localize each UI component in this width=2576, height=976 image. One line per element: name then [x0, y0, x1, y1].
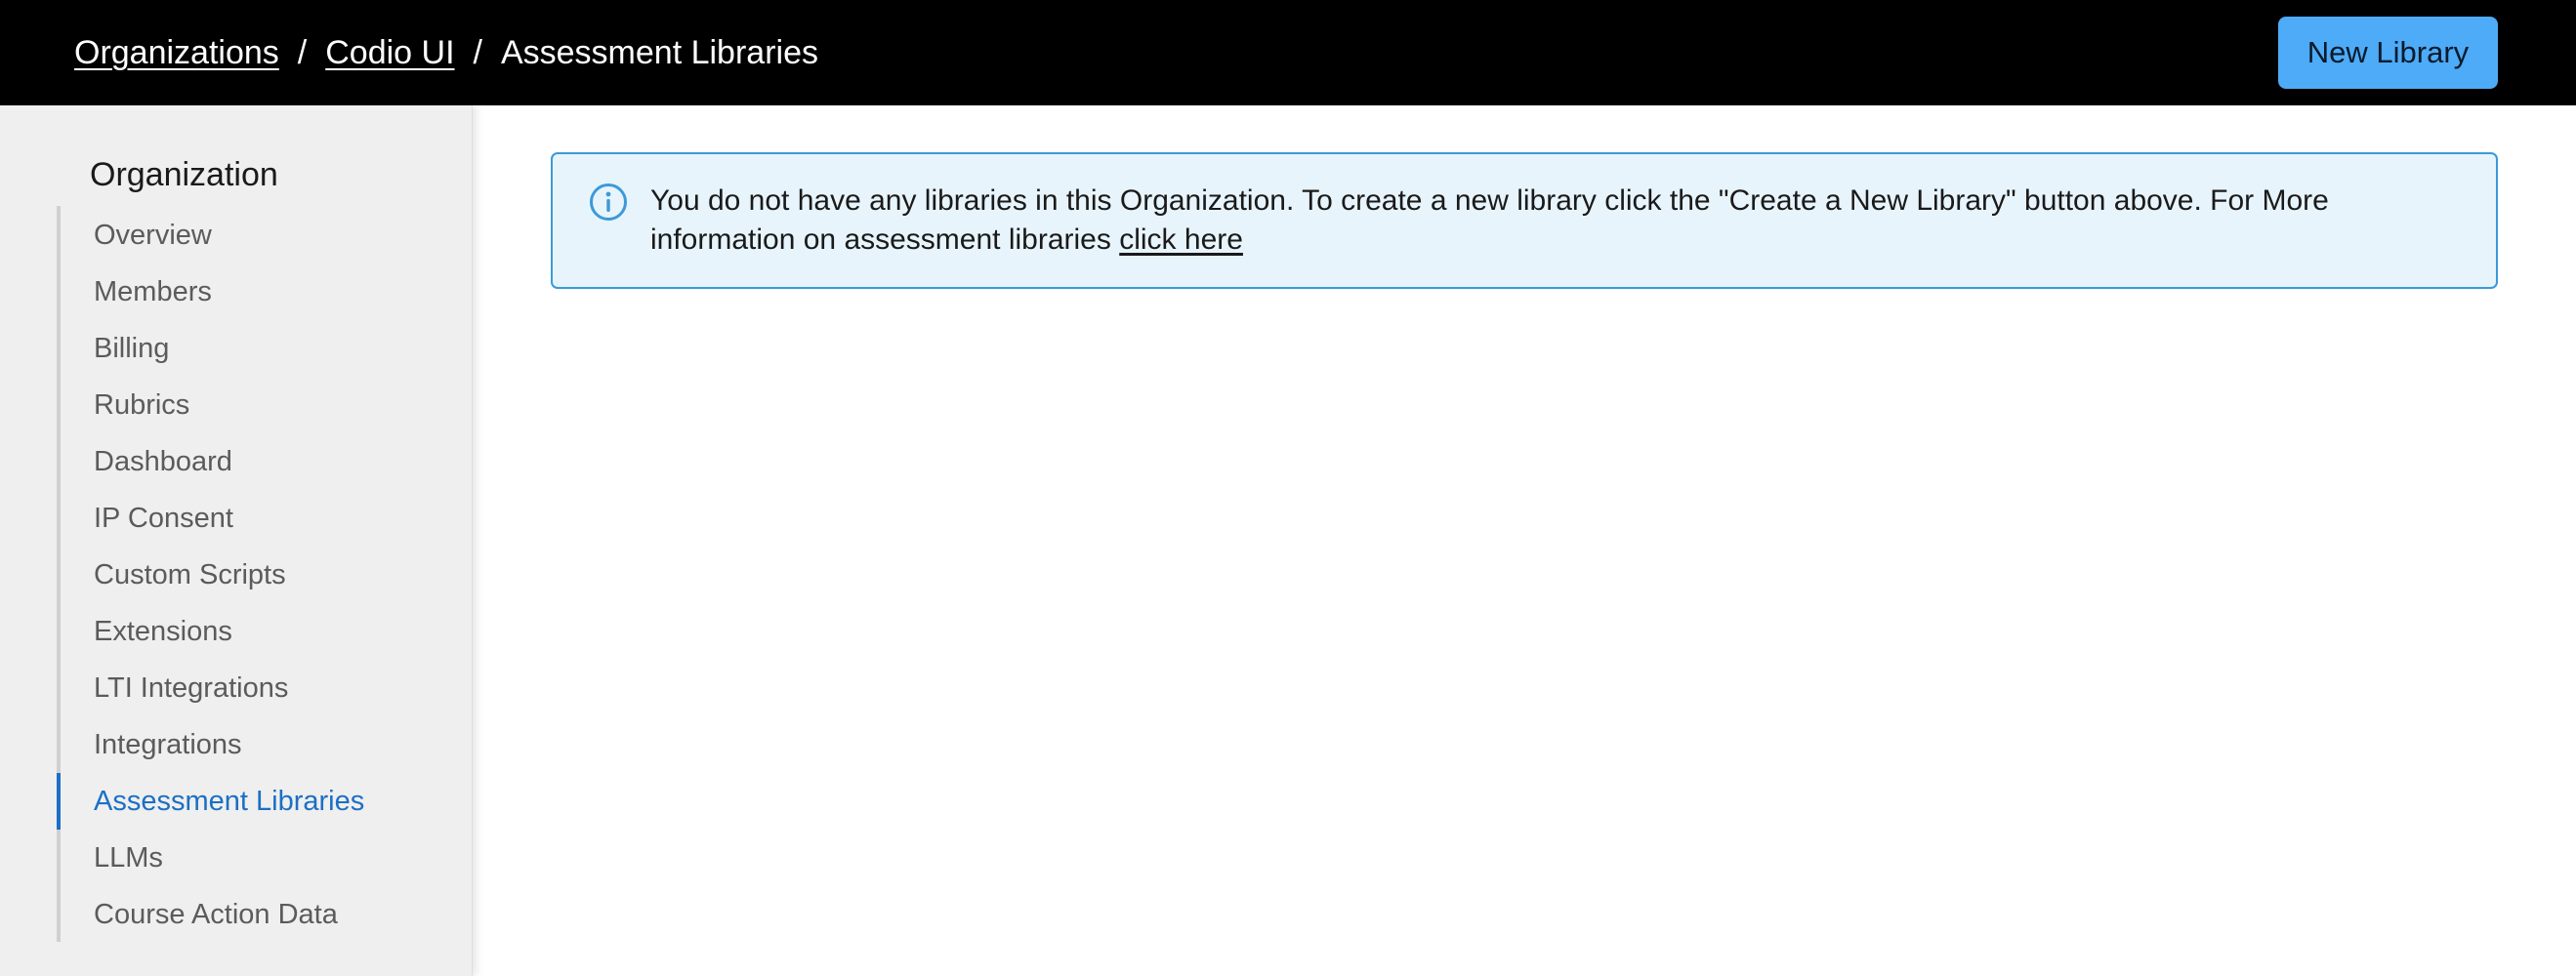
sidebar-item-overview[interactable]: Overview — [57, 207, 467, 264]
breadcrumb-current-page: Assessment Libraries — [500, 33, 818, 71]
sidebar-item-llms[interactable]: LLMs — [57, 830, 467, 886]
sidebar-item-lti-integrations[interactable]: LTI Integrations — [57, 660, 467, 716]
breadcrumb-organizations-link[interactable]: Organizations — [74, 34, 279, 72]
alert-click-here-link[interactable]: click here — [1119, 224, 1243, 256]
sidebar: Organization Overview Members Billing Rubri… — [0, 105, 473, 976]
breadcrumb-separator: / — [473, 33, 482, 71]
breadcrumb: Organizations / Codio UI / Assessment Li… — [74, 34, 818, 72]
info-icon — [590, 183, 627, 221]
sidebar-item-billing[interactable]: Billing — [57, 320, 467, 377]
sidebar-item-ip-consent[interactable]: IP Consent — [57, 490, 467, 547]
sidebar-item-rubrics[interactable]: Rubrics — [57, 377, 467, 433]
new-library-button[interactable]: New Library — [2278, 17, 2498, 89]
sidebar-item-integrations[interactable]: Integrations — [57, 716, 467, 773]
alert-message: You do not have any libraries in this Or… — [650, 182, 2467, 260]
breadcrumb-separator: / — [297, 33, 308, 71]
sidebar-item-dashboard[interactable]: Dashboard — [57, 433, 467, 490]
sidebar-item-members[interactable]: Members — [57, 264, 467, 320]
sidebar-heading: Organization — [90, 156, 278, 193]
sidebar-nav: Overview Members Billing Rubrics Dashboard IP… — [57, 207, 467, 943]
info-alert: You do not have any libraries in this Or… — [551, 152, 2498, 289]
sidebar-item-course-action-data[interactable]: Course Action Data — [57, 886, 467, 943]
alert-message-text: You do not have any libraries in this Or… — [650, 184, 2329, 256]
top-bar: Organizations / Codio UI / Assessment Li… — [0, 0, 2576, 105]
sidebar-item-assessment-libraries[interactable]: Assessment Libraries — [57, 773, 467, 830]
sidebar-item-extensions[interactable]: Extensions — [57, 603, 467, 660]
breadcrumb-org-link[interactable]: Codio UI — [325, 34, 454, 72]
sidebar-item-custom-scripts[interactable]: Custom Scripts — [57, 547, 467, 603]
